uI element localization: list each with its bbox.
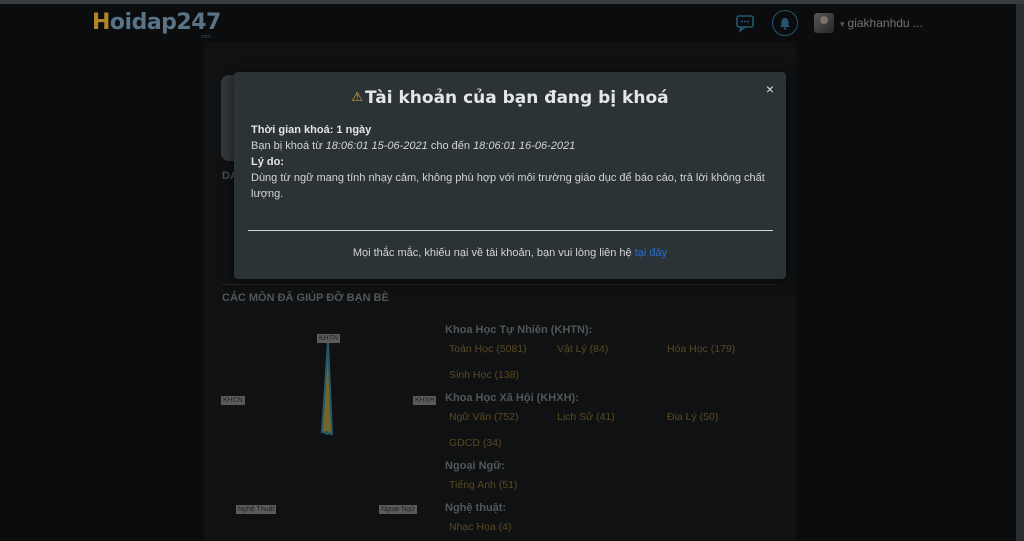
subject-link[interactable]: Ngữ Văn (752) — [449, 411, 518, 423]
subject-link[interactable]: Tiếng Anh (51) — [449, 479, 518, 491]
group-title-nghe-thuat: Nghệ thuật: — [445, 502, 507, 514]
subject-link[interactable]: GDCD (34) — [449, 437, 502, 449]
radar-label-khtn: KHTN — [317, 334, 341, 343]
radar-label-ngoai-ngu: Ngoại Ngữ — [379, 505, 417, 514]
user-menu[interactable]: ▾ giakhanhdu ... — [840, 16, 923, 30]
close-icon[interactable]: × — [763, 82, 777, 96]
section-divider — [222, 284, 776, 285]
chevron-down-icon: ▾ — [840, 19, 845, 29]
chat-icon[interactable] — [735, 13, 757, 34]
scrollbar[interactable] — [1016, 4, 1024, 541]
subject-link[interactable]: Vật Lý (84) — [557, 343, 608, 355]
subjects-section-title: CÁC MÔN ĐÃ GIÚP ĐỠ BẠN BÈ — [222, 292, 389, 304]
reason-label: Lý do: — [251, 156, 284, 168]
account-locked-modal: ⚠ Tài khoản của bạn đang bị khoá × Thời g… — [234, 72, 786, 279]
site-header: Hoidap247 .com ▾ giakhanhdu ... — [0, 4, 1016, 42]
group-title-ngoai-ngu: Ngoại Ngữ: — [445, 460, 505, 472]
subject-link[interactable]: Lịch Sử (41) — [557, 411, 615, 423]
radar-shape — [320, 340, 334, 436]
radar-label-khxh: KHXH — [413, 396, 437, 405]
radar-label-nghe-thuat: Nghệ Thuật — [236, 505, 277, 514]
lock-duration: Thời gian khoá: 1 ngày — [251, 124, 372, 136]
modal-divider — [248, 230, 773, 231]
reason-text: Dùng từ ngữ mang tính nhạy cảm, không ph… — [251, 172, 765, 200]
group-title-khtn: Khoa Học Tự Nhiên (KHTN): — [445, 324, 593, 336]
username: giakhanhdu ... — [847, 16, 923, 30]
modal-body: Thời gian khoá: 1 ngày Bạn bị khoá từ 18… — [251, 122, 771, 202]
lock-period: Bạn bị khoá từ 18:06:01 15-06-2021 cho đ… — [251, 140, 576, 152]
warning-icon: ⚠ — [351, 90, 364, 105]
notification-bell-icon[interactable] — [772, 10, 798, 36]
subjects-radar-chart: KHTN KHCN KHXH Nghệ Thuật Ngoại Ngữ — [221, 330, 437, 520]
modal-title: ⚠ Tài khoản của bạn đang bị khoá — [351, 88, 669, 108]
subject-link[interactable]: Toán Học (5081) — [449, 343, 527, 355]
subject-link[interactable]: Nhạc Họa (4) — [449, 521, 511, 533]
group-title-khxh: Khoa Học Xã Hội (KHXH): — [445, 392, 579, 404]
modal-footer: Mọi thắc mắc, khiếu nại về tài khoản, bạ… — [352, 247, 668, 259]
site-logo[interactable]: Hoidap247 .com — [92, 10, 221, 40]
subject-link[interactable]: Hóa Học (179) — [667, 343, 735, 355]
subject-link[interactable]: Địa Lý (50) — [667, 411, 718, 423]
contact-link[interactable]: tại đây — [635, 247, 667, 259]
subject-link[interactable]: Sinh Học (138) — [449, 369, 519, 381]
avatar[interactable] — [814, 13, 834, 33]
radar-label-khcn: KHCN — [221, 396, 245, 405]
